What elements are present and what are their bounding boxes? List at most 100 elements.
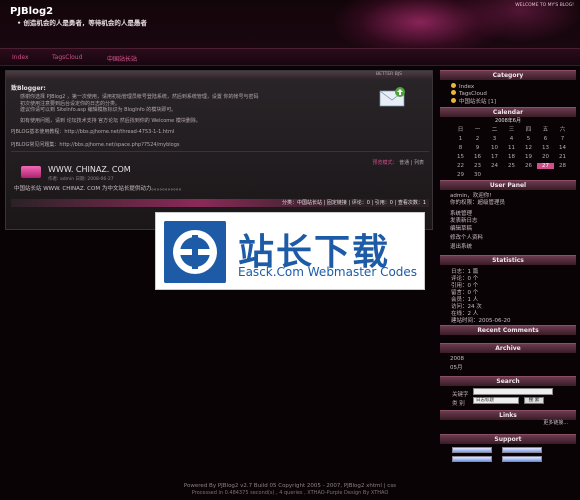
recent-comments-title: Recent Comments: [440, 325, 576, 335]
article-footer-text[interactable]: 分类：中国站长站 | 固定链接 | 评论：0 | 引用：0 | 查看次数：1: [282, 199, 426, 206]
calendar-day[interactable]: 23: [469, 163, 486, 169]
category-icon: [451, 98, 456, 103]
footer-processed: Processed in 0.484375 second(s) , 4 quer…: [191, 490, 389, 496]
email-icon: [379, 87, 405, 107]
category-item-chinaz[interactable]: 中国站长站 [1]: [451, 97, 496, 105]
support-badge-1[interactable]: [452, 447, 492, 453]
calendar-day[interactable]: 3: [486, 136, 503, 142]
category-item-tagscloud[interactable]: TagsCloud: [451, 90, 487, 97]
calendar-day[interactable]: 17: [486, 154, 503, 160]
stat-since: 建站时间：2005-06-20: [451, 318, 511, 324]
article-icon: [21, 166, 41, 178]
view-mode-list[interactable]: 列表: [414, 160, 424, 166]
search-category-label: 类 别: [452, 401, 465, 407]
statistics-title: Statistics: [440, 255, 576, 265]
calendar-day[interactable]: 12: [520, 145, 537, 151]
view-mode-label: 预览模式：: [372, 160, 398, 166]
nav-item-chinaz[interactable]: 中国站长站: [107, 54, 137, 63]
message-line-3: 建议你请可以到 SiteInfo.asp 编辑模板标识为 BlogInfo 的模…: [20, 107, 177, 113]
article-title[interactable]: WWW. CHINAZ. COM: [48, 165, 131, 174]
footer-powered-by: Powered By PJBlog2 v2.7 Build 05 Copyrig…: [183, 483, 397, 489]
banner-subtitle: Easck.Com Webmaster Codes: [238, 265, 418, 279]
support-badge-4[interactable]: [502, 456, 542, 462]
calendar-day[interactable]: 13: [537, 145, 554, 151]
archive-title: Archive: [440, 343, 576, 353]
article-author-date: 作者: admin 日期: 2008-06-27: [48, 177, 114, 182]
nav-item-index[interactable]: Index: [12, 54, 29, 61]
calendar-day[interactable]: 26: [520, 163, 537, 169]
userpanel-link-drafts[interactable]: 编辑草稿: [450, 224, 472, 232]
nav-menu: Index TagsCloud 中国站长站: [0, 48, 580, 66]
calendar-weekday: 五: [542, 127, 549, 133]
message-title: 致Blogger:: [11, 85, 46, 92]
link-faq[interactable]: PJBLOG常见问题集：http://bbs.pjhome.net/space.…: [11, 141, 179, 148]
calendar-day[interactable]: 6: [537, 136, 554, 142]
search-category-select[interactable]: 日志标题: [473, 397, 519, 404]
calendar-day: [537, 172, 554, 178]
nav-item-tagscloud[interactable]: TagsCloud: [52, 54, 82, 61]
calendar-weekday: 日: [457, 127, 464, 133]
calendar-day[interactable]: 5: [520, 136, 537, 142]
content-bar-text: BETTER BJS: [375, 72, 402, 77]
support-title: Support: [440, 434, 576, 444]
calendar-day[interactable]: 28: [554, 163, 571, 169]
calendar-day[interactable]: 14: [554, 145, 571, 151]
calendar-day[interactable]: 18: [503, 154, 520, 160]
message-line-4: 如有使用问题，请到 论坛技术支持 官方论坛 然后找到你的 Welcome 模块删…: [20, 118, 201, 124]
calendar-day[interactable]: 24: [486, 163, 503, 169]
search-title: Search: [440, 376, 576, 386]
support-badge-2[interactable]: [502, 447, 542, 453]
calendar-day[interactable]: 1: [452, 136, 469, 142]
calendar-day[interactable]: 25: [503, 163, 520, 169]
userpanel-link-new-post[interactable]: 发表新日志: [450, 216, 478, 224]
archive-month[interactable]: 05月: [450, 363, 463, 371]
blog-title[interactable]: PJBlog2: [10, 6, 53, 17]
calendar-day: [503, 172, 520, 178]
category-item-index[interactable]: Index: [451, 83, 474, 90]
calendar-day[interactable]: 21: [554, 154, 571, 160]
calendar-day[interactable]: 11: [503, 145, 520, 151]
search-button[interactable]: 搜 索: [524, 397, 544, 404]
userpanel-title: User Panel: [440, 180, 576, 190]
calendar-day[interactable]: 30: [469, 172, 486, 178]
content-bar: [6, 71, 432, 80]
calendar-day[interactable]: 2: [469, 136, 486, 142]
userpanel-link-profile[interactable]: 修改个人资料: [450, 233, 483, 241]
calendar-day[interactable]: 20: [537, 154, 554, 160]
article-excerpt: 中国站长站 WWW. CHINAZ. COM 为中文站长提供动力。。。。。。。。…: [14, 186, 185, 192]
support-badge-3[interactable]: [452, 456, 492, 462]
welcome-text: WELCOME TO MY'S BLOG!: [515, 3, 574, 8]
search-input[interactable]: [473, 388, 553, 395]
calendar-day[interactable]: 10: [486, 145, 503, 151]
main-content: BETTER BJS 致Blogger: 感谢你选择 PJBlog2 ，第一次使…: [5, 70, 433, 230]
calendar-day: [486, 172, 503, 178]
watermark-banner: 站长下载 Easck.Com Webmaster Codes: [155, 212, 425, 290]
category-title: Category: [440, 70, 576, 80]
calendar-day[interactable]: 7: [554, 136, 571, 142]
calendar-day[interactable]: 4: [503, 136, 520, 142]
more-links[interactable]: 更多链接...: [543, 419, 568, 426]
link-tutorial[interactable]: PJBLOG基本使用教程：http://bbs.pjhome.net/threa…: [11, 128, 174, 135]
search-keyword-label: 关键字: [452, 392, 469, 398]
userpanel-link-logout[interactable]: 退出系统: [450, 242, 472, 250]
sidebar: Category Index TagsCloud 中国站长站 [1] Calen…: [440, 70, 576, 465]
calendar-weekday: 一: [474, 127, 481, 133]
view-mode-normal[interactable]: 普通: [399, 160, 409, 166]
calendar-day: [554, 172, 571, 178]
header: PJBlog2 • 创造机会的人是勇者，等待机会的人是愚者 WELCOME TO…: [0, 0, 580, 48]
site-logo-icon: [164, 221, 226, 283]
category-icon: [451, 83, 456, 88]
calendar-weekday: 三: [508, 127, 515, 133]
archive-year[interactable]: 2008: [450, 356, 464, 362]
message-line-1: 感谢你选择 PJBlog2 ，第一次使用，请用初始管理员帐号登陆系统，然后到系统…: [20, 94, 259, 100]
calendar-day[interactable]: 27: [537, 163, 554, 169]
calendar-day[interactable]: 15: [452, 154, 469, 160]
calendar-day[interactable]: 8: [452, 145, 469, 151]
calendar-day[interactable]: 22: [452, 163, 469, 169]
calendar-day[interactable]: 19: [520, 154, 537, 160]
calendar-day[interactable]: 16: [469, 154, 486, 160]
calendar-day[interactable]: 29: [452, 172, 469, 178]
calendar-day[interactable]: 9: [469, 145, 486, 151]
article-view-mode: 预览模式： 普通 | 列表: [372, 160, 424, 166]
category-icon: [451, 90, 456, 95]
